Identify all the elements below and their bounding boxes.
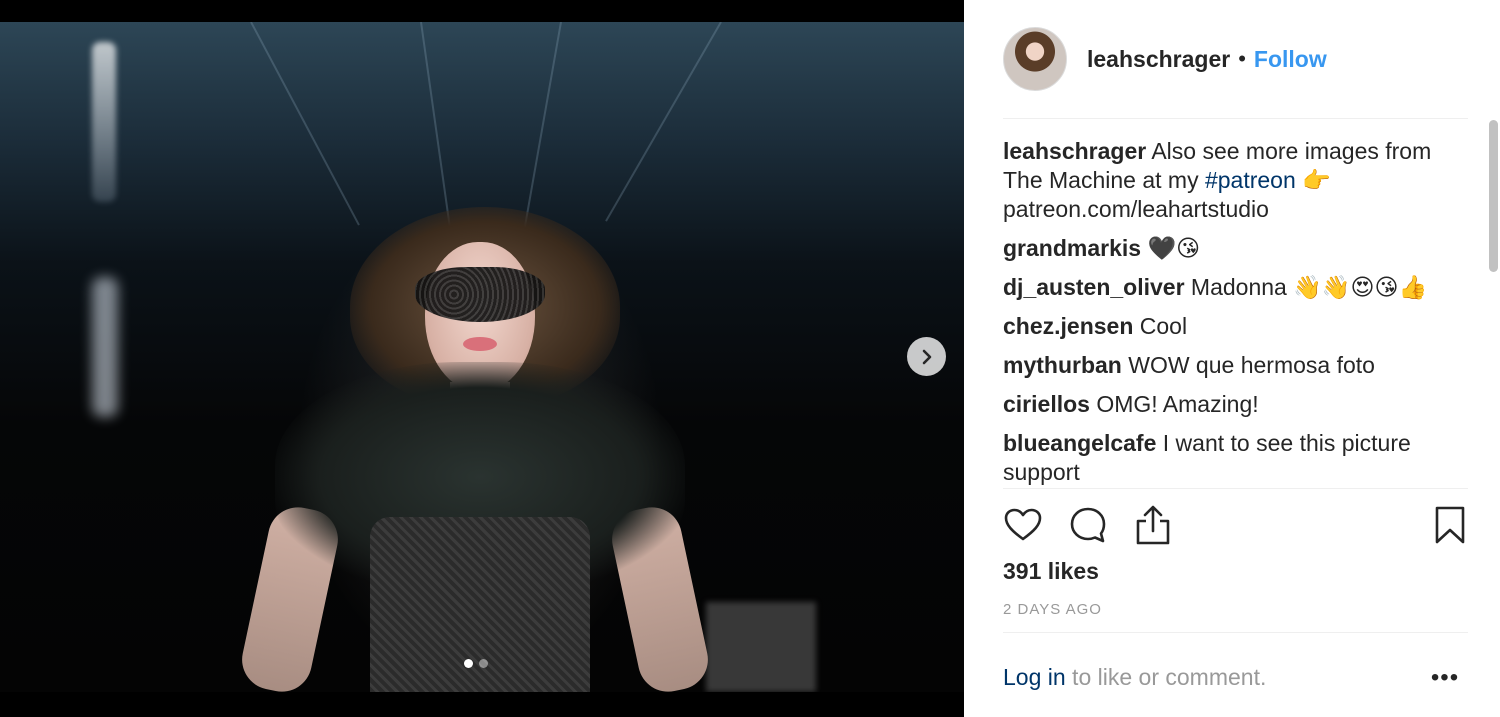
more-options-button[interactable]: ••• [1430,664,1460,691]
heart-icon [1004,508,1042,541]
comment-text: Madonna 👋👋😍😘👍 [1190,274,1428,300]
header-separator: • [1238,46,1246,71]
comment-text: 🖤😘 [1147,235,1201,261]
post-photo [0,22,964,692]
comment-text: Cool [1139,313,1188,339]
comment-icon [1070,507,1106,543]
login-prompt: Log in to like or comment. [1003,664,1266,691]
comment: grandmarkis 🖤😘 [1003,234,1448,263]
post-timestamp: 2 DAYS AGO [1003,601,1102,618]
actions-divider [1003,488,1468,489]
post-header: leahschrager • Follow [964,0,1500,118]
comment-username[interactable]: blueangelcafe [1003,430,1156,456]
login-prompt-text: to like or comment. [1065,664,1267,690]
comment-button[interactable] [1068,503,1108,547]
comment: dj_austen_oliver Madonna 👋👋😍😘👍 [1003,273,1448,302]
comment-username[interactable]: ciriellos [1003,391,1090,417]
login-link[interactable]: Log in [1003,664,1066,690]
share-button[interactable] [1133,503,1173,547]
carousel-dots [464,659,488,668]
share-icon [1136,505,1170,545]
likes-count[interactable]: 391 likes [1003,558,1099,585]
next-image-button[interactable] [907,337,946,376]
comment-username[interactable]: chez.jensen [1003,313,1133,339]
post-panel: leahschrager • Follow leahschrager Also … [964,0,1500,717]
comment: ciriellos OMG! Amazing! [1003,390,1448,419]
carousel-dot-active [464,659,473,668]
caption: leahschrager Also see more images from T… [1003,137,1448,224]
side-glow [92,277,118,417]
header-divider [1003,118,1468,119]
light-strip [92,42,116,202]
chevron-right-icon [922,349,931,364]
comments-list: leahschrager Also see more images from T… [1003,137,1448,487]
follow-button[interactable]: Follow [1254,46,1327,73]
comment: chez.jensen Cool [1003,312,1448,341]
hashtag-link[interactable]: #patreon [1205,167,1296,193]
action-bar [1003,503,1465,547]
comment: blueangelcafe I want to see this picture… [1003,429,1448,487]
post-media [0,0,964,717]
like-button[interactable] [1003,503,1043,547]
comment-text: WOW que hermosa foto [1128,352,1375,378]
model-figure [236,187,714,692]
carousel-dot [479,659,488,668]
more-icon: ••• [1430,664,1460,691]
comment-username[interactable]: mythurban [1003,352,1122,378]
lace-mask [415,267,545,322]
footer-divider [1003,632,1468,633]
comments-scrollbar[interactable] [1489,120,1498,272]
comment-username[interactable]: grandmarkis [1003,235,1141,261]
comment-username[interactable]: leahschrager [1003,138,1146,164]
floor-light-patch [706,602,816,692]
comment-text: OMG! Amazing! [1096,391,1259,417]
comment-username[interactable]: dj_austen_oliver [1003,274,1185,300]
bookmark-icon [1435,506,1465,544]
lips [463,337,497,351]
save-button[interactable] [1430,503,1470,547]
header-username[interactable]: leahschrager [1087,46,1230,73]
comment: mythurban WOW que hermosa foto [1003,351,1448,380]
avatar[interactable] [1003,27,1067,91]
